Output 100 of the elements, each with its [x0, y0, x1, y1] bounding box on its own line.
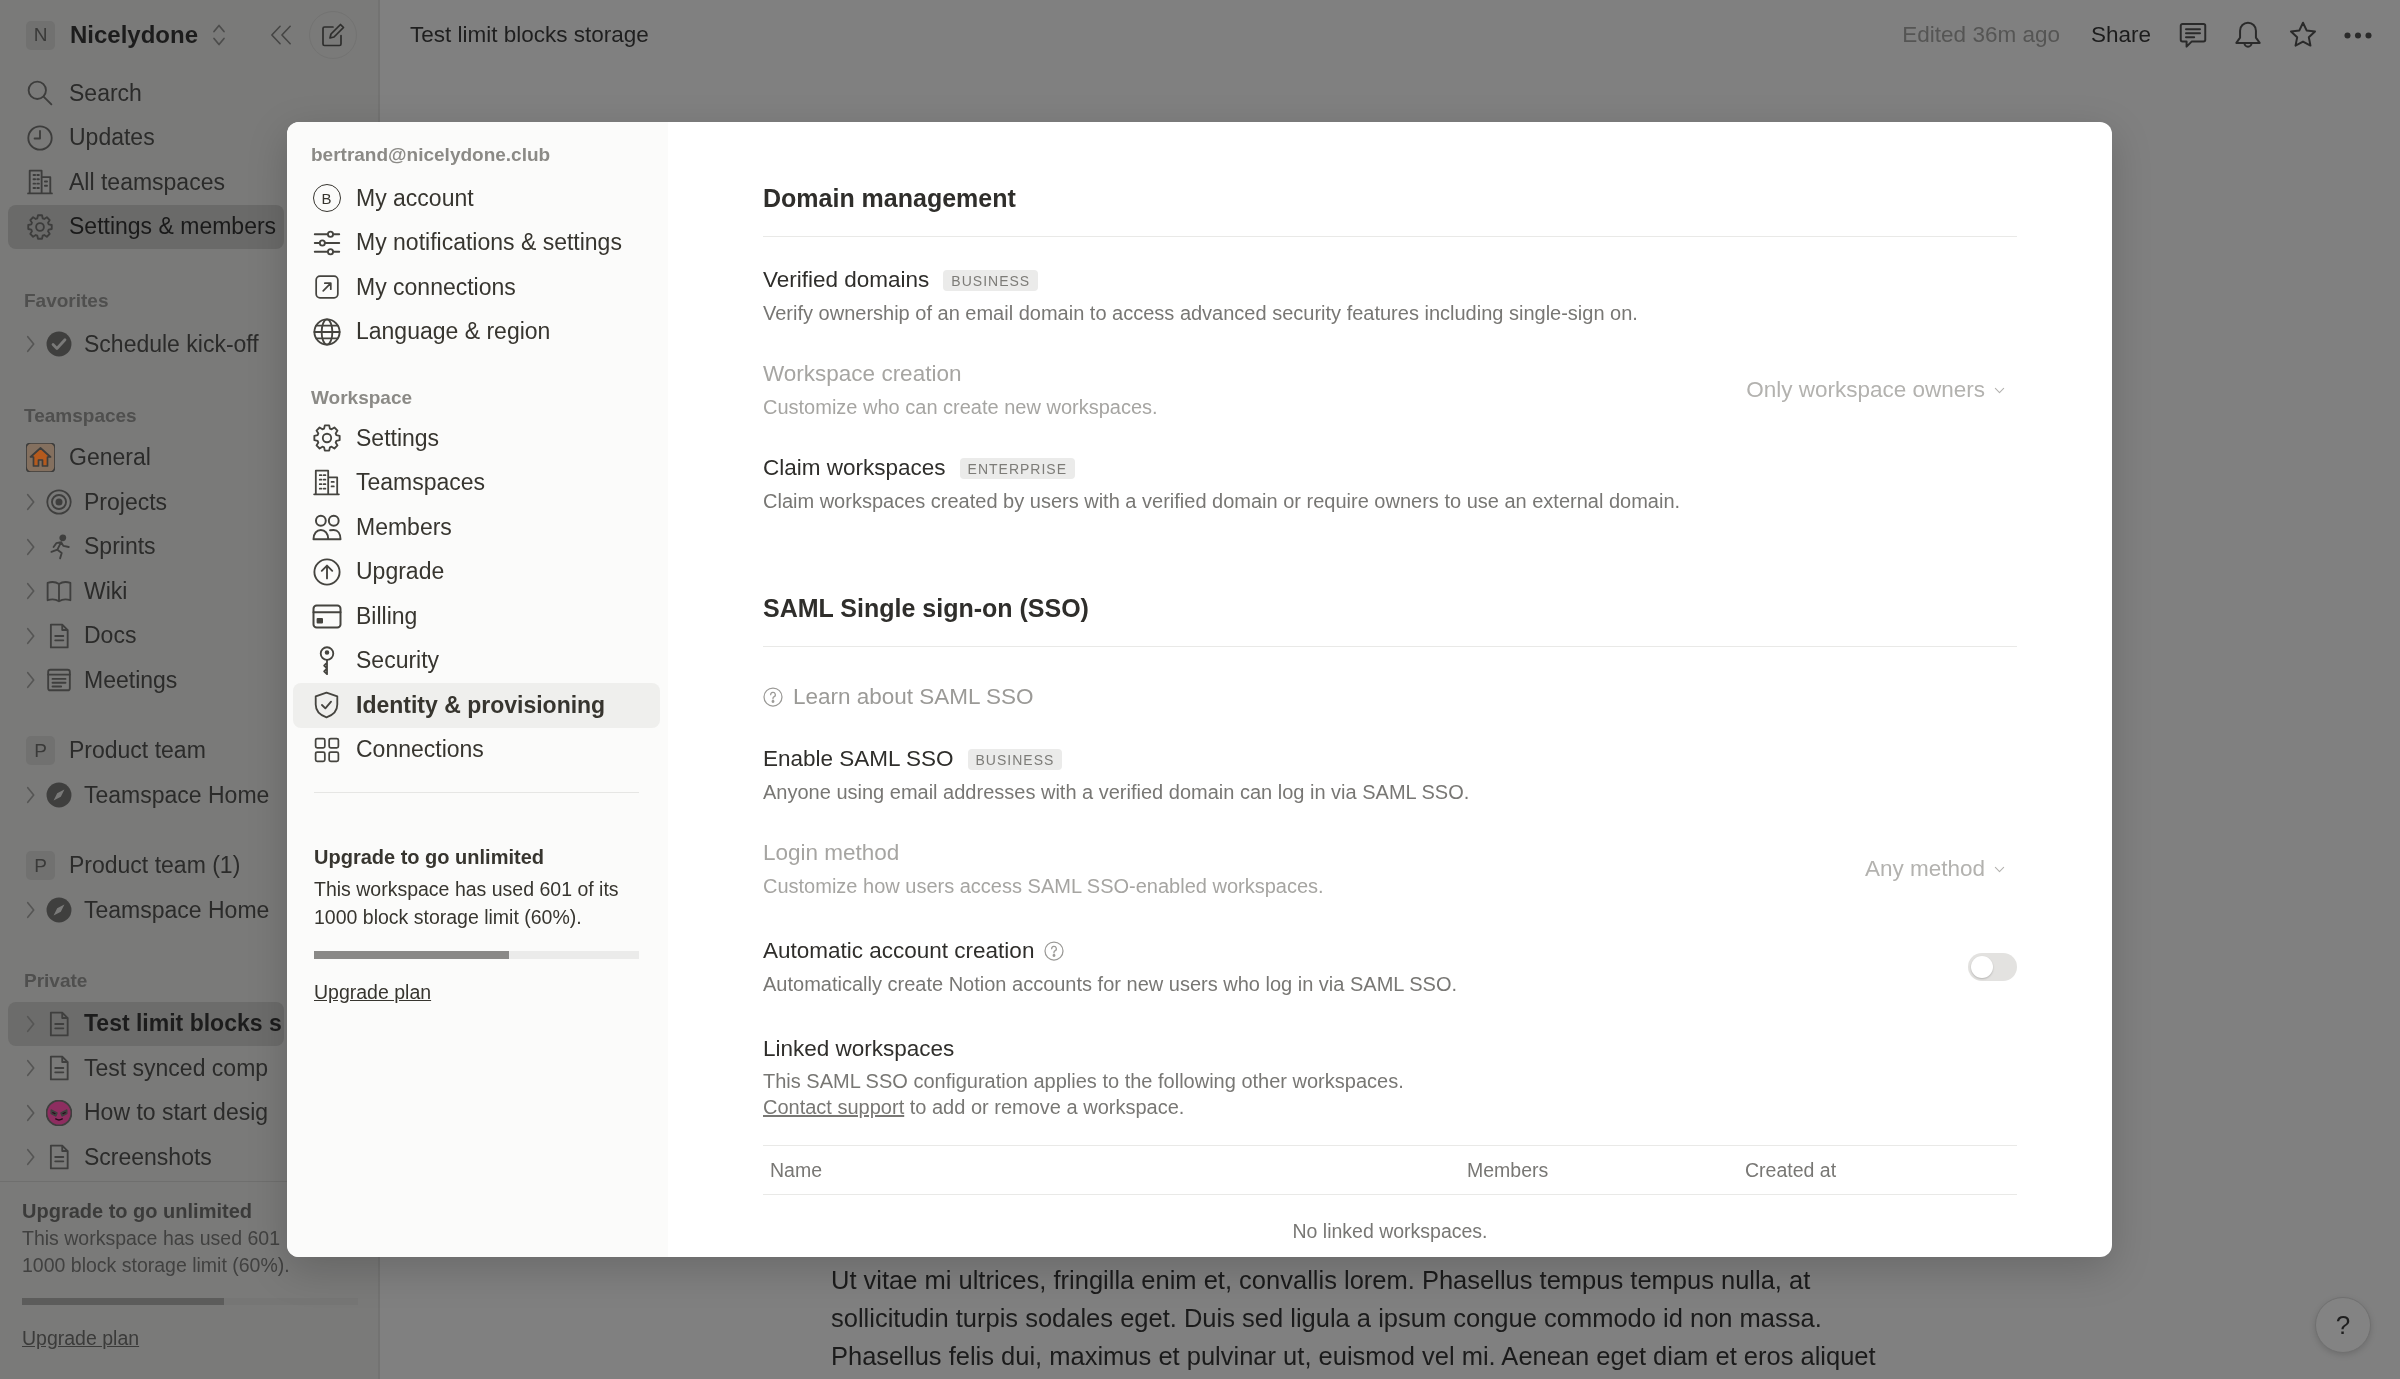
chevron-right-icon[interactable] [25, 1058, 36, 1079]
sidebar-item[interactable]: Updates [8, 115, 284, 160]
upgrade-plan-link[interactable]: Upgrade plan [22, 1324, 140, 1352]
star-icon[interactable] [2289, 21, 2317, 49]
upgrade-description: This workspace has used 601 of its 1000 block storage limit (60%). [314, 877, 620, 930]
teamspace-item[interactable]: General [8, 435, 284, 480]
settings-icon [27, 213, 53, 240]
setting-description: Customize who can create new workspaces. [763, 395, 1158, 420]
chevron-updown-icon [212, 23, 227, 47]
upgrade-plan-link[interactable]: Upgrade plan [314, 978, 432, 1006]
sidebar-item[interactable]: Settings & members [8, 204, 284, 249]
settings-nav-item[interactable]: Settings [293, 416, 660, 461]
settings-nav-item[interactable]: B My account [293, 176, 660, 221]
settings-nav-item[interactable]: Members [293, 505, 660, 550]
settings-nav-item[interactable]: Upgrade [293, 549, 660, 594]
page-item[interactable]: Test limit blocks s [8, 1001, 284, 1046]
building-icon [27, 169, 53, 196]
settings-nav-item[interactable]: My connections [293, 265, 660, 310]
chevron-right-icon[interactable] [25, 536, 36, 557]
setting-title: Verified domains [763, 267, 930, 293]
empty-message: No linked workspaces. [1292, 1220, 1488, 1242]
learn-more-link[interactable]: Learn about SAML SSO [763, 682, 1034, 712]
settings-nav-item[interactable]: Connections [293, 727, 660, 772]
page-item[interactable]: Sprints [8, 524, 284, 569]
plan-badge: ENTERPRISE [959, 457, 1076, 479]
share-button[interactable]: Share [2090, 22, 2151, 48]
page-item[interactable]: Teamspace Home [8, 773, 284, 818]
chevron-right-icon[interactable] [25, 492, 36, 513]
plan-badge: BUSINESS [943, 269, 1039, 291]
double-chevron-left-icon[interactable] [270, 24, 292, 46]
alien-emoji-icon [46, 1099, 72, 1126]
setting-title: Claim workspaces [763, 455, 946, 481]
chevron-right-icon[interactable] [25, 1102, 36, 1123]
plan-badge: BUSINESS [967, 748, 1063, 770]
toggle-switch[interactable] [1968, 953, 2017, 981]
setting-description: Customize how users access SAML SSO-enabled workspaces. [763, 874, 1324, 899]
page-item[interactable]: Screenshots [8, 1135, 284, 1180]
sidebar-item[interactable]: Search [8, 71, 284, 116]
column-header: Created at [1745, 1158, 1837, 1181]
upgrade-title: Upgrade to go unlimited [22, 1199, 252, 1224]
page-title[interactable]: Test limit blocks storage [410, 22, 649, 48]
house-icon [26, 443, 55, 473]
page-item[interactable]: Meetings [8, 658, 284, 703]
setting-description: Claim workspaces created by users with a verified domain or require owners to use an external domain. [763, 489, 1681, 514]
page-item[interactable]: Schedule kick-off [8, 322, 284, 367]
chevron-right-icon[interactable] [25, 785, 36, 806]
search-icon [27, 80, 53, 107]
bell-icon[interactable] [2234, 21, 2262, 49]
chevron-right-icon[interactable] [25, 334, 36, 355]
setting-description: This SAML SSO configuration applies to the following other workspaces. Contact support to add or remove a workspace. [763, 1069, 1405, 1120]
shield-check-icon [314, 691, 339, 720]
settings-nav-item[interactable]: Security [293, 638, 660, 683]
chevron-right-icon[interactable] [25, 670, 36, 691]
page-item[interactable]: How to start desig [8, 1090, 284, 1135]
settings-nav-item[interactable]: My notifications & settings [293, 220, 660, 265]
settings-nav-item[interactable]: Identity & provisioning [293, 683, 660, 728]
chevron-right-icon[interactable] [25, 581, 36, 602]
check-circle-icon [46, 331, 72, 358]
page-item[interactable]: Wiki [8, 569, 284, 614]
clock-icon [27, 124, 53, 151]
upgrade-description: This workspace has used 601 1000 block storage limit (60%). [22, 1226, 290, 1278]
page-item[interactable]: Docs [8, 613, 284, 658]
compass-icon [46, 897, 72, 924]
setting-description: Automatically create Notion accounts for new users who log in via SAML SSO. [763, 972, 1458, 997]
chevron-right-icon[interactable] [25, 900, 36, 921]
setting-title: Linked workspaces [763, 1036, 955, 1062]
help-button[interactable]: ? [2315, 1297, 2371, 1353]
sidebar-item[interactable]: All teamspaces [8, 160, 284, 205]
grid-icon [313, 736, 340, 763]
section-label: Workspace [311, 386, 413, 410]
setting-title: Enable SAML SSO [763, 746, 954, 772]
chevron-right-icon[interactable] [25, 1147, 36, 1168]
settings-nav-item[interactable]: Billing [293, 594, 660, 639]
page-item[interactable]: Test synced comp [8, 1046, 284, 1091]
globe-icon [312, 317, 341, 346]
setting-title: Workspace creation [763, 361, 962, 387]
help-circle-icon [763, 687, 783, 707]
chevron-right-icon[interactable] [25, 625, 36, 646]
section-heading: Domain management [763, 181, 2017, 237]
compose-icon [321, 23, 345, 47]
settings-nav-item[interactable]: Language & region [293, 309, 660, 354]
upload-circle-icon [312, 557, 341, 586]
book-icon [46, 578, 72, 605]
comment-icon[interactable] [2179, 21, 2207, 49]
contact-support-link[interactable]: Contact support [763, 1096, 905, 1118]
chevron-down-icon [1994, 865, 2005, 873]
column-header: Members [1467, 1158, 1549, 1181]
account-email: bertrand@nicelydone.club [311, 143, 551, 167]
people-icon [311, 513, 342, 541]
document-paragraph: Ut vitae mi ultrices, fringilla enim et, convallis lorem. Phasellus tempus tempus nulla, at sollicitudin turpis sodales eget. Duis sed ligula a ipsum congue commodo id non massa. Phasellus felis dui, maximus et pulvinar ut, euismod vel mi. Aenean eget diam et eros aliquet [831, 1265, 1876, 1372]
setting-description: Verify ownership of an email domain to access advanced security features including single-sign on. [763, 301, 1638, 326]
target-icon [46, 489, 72, 516]
settings-nav-item[interactable]: Teamspaces [293, 460, 660, 505]
upgrade-title: Upgrade to go unlimited [314, 845, 544, 870]
notepad-icon [46, 667, 72, 694]
page-item[interactable]: Projects [8, 480, 284, 525]
more-icon[interactable] [2344, 31, 2372, 39]
setting-title: Automatic account creation [763, 938, 1035, 964]
page-item[interactable]: Teamspace Home [8, 888, 284, 933]
building-icon [313, 469, 340, 497]
